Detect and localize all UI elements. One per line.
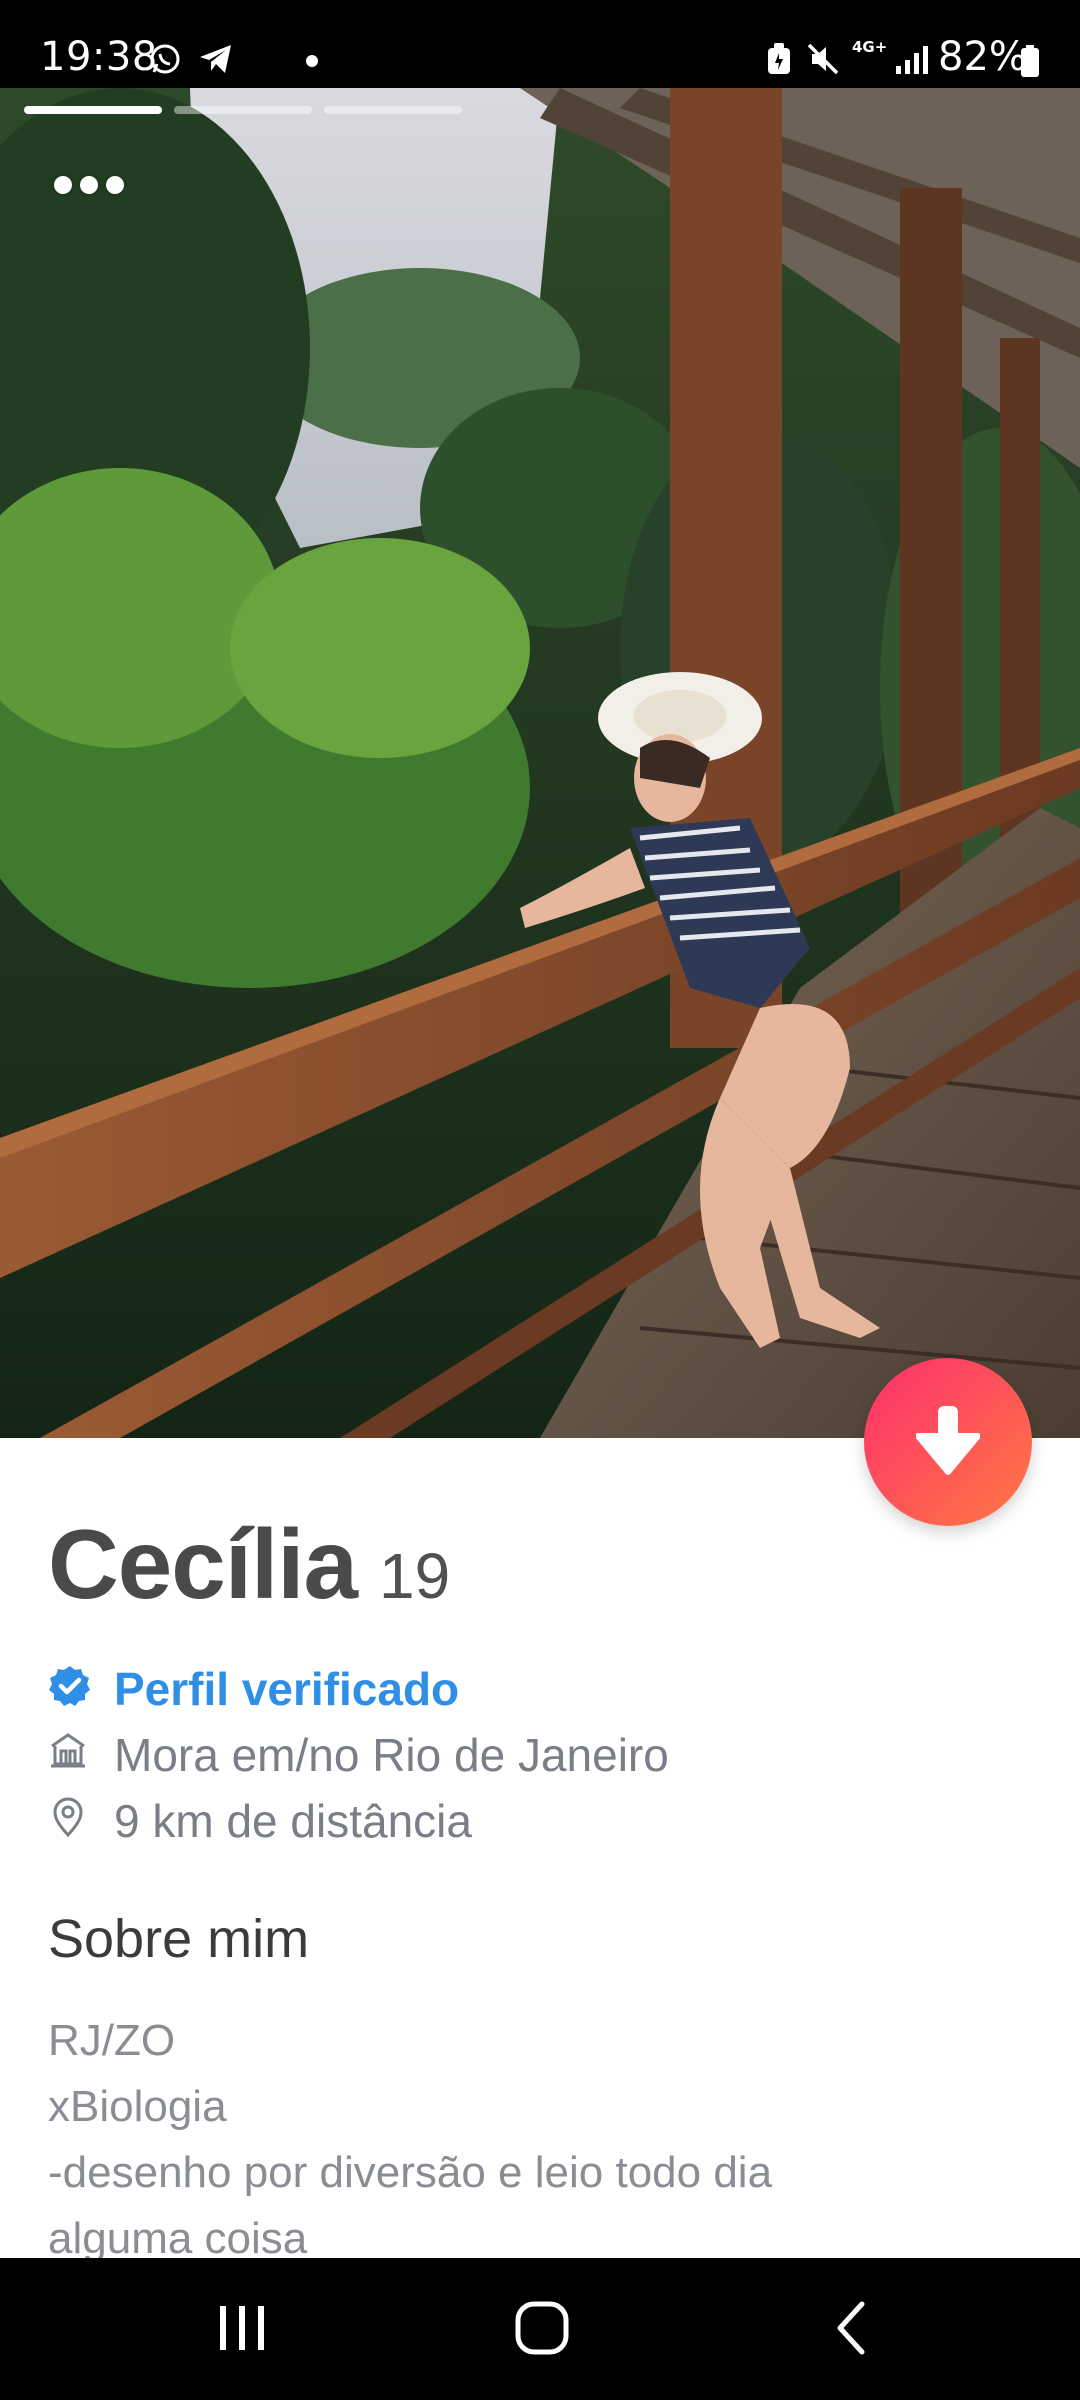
more-options-button[interactable] [54, 166, 144, 206]
photo-progress-1 [24, 106, 162, 114]
photo-scene [0, 88, 1080, 1438]
verified-label: Perfil verificado [114, 1663, 460, 1715]
network-type: 4G+ [852, 38, 888, 56]
home-button-icon[interactable] [514, 2300, 570, 2356]
battery-percentage: 82% [938, 34, 1027, 80]
lives-in-text: Mora em/no Rio de Janeiro [114, 1729, 669, 1781]
more-dot-icon [54, 176, 72, 194]
mute-icon [807, 43, 839, 75]
photo-progress-2 [174, 106, 312, 114]
verified-check-icon [49, 1666, 90, 1706]
status-time: 19:38 [40, 34, 158, 80]
about-bio: RJ/ZO xBiologia -desenho por diversão e … [48, 2008, 1048, 2272]
telegram-icon [200, 45, 231, 73]
arrow-down-icon [916, 1406, 980, 1475]
system-nav-bar [0, 2258, 1080, 2400]
profile-info: Cecília 19 Perfil verificado Mora em/no R… [0, 1438, 1080, 2263]
bio-line: -desenho por diversão e leio todo dia [48, 2148, 773, 2197]
name-row: Cecília 19 [48, 1508, 450, 1621]
profile-photo[interactable] [0, 88, 1080, 1438]
bio-line: RJ/ZO [48, 2016, 176, 2065]
home-icon [51, 1733, 85, 1768]
battery-saver-icon [768, 43, 790, 74]
profile-name: Cecília [48, 1509, 358, 1619]
battery-icon [1021, 45, 1039, 77]
signal-icon [896, 46, 928, 74]
photo-progress-3 [324, 106, 462, 114]
profile-age: 19 [378, 1540, 451, 1612]
recent-apps-icon[interactable] [214, 2300, 270, 2356]
more-dot-icon [106, 176, 124, 194]
bio-line: xBiologia [48, 2082, 227, 2131]
distance-text: 9 km de distância [114, 1795, 472, 1847]
back-icon[interactable] [826, 2300, 882, 2356]
status-bar: 19:38 4G+ 82% [0, 0, 1080, 88]
collapse-profile-button[interactable] [864, 1358, 1032, 1526]
more-dot-icon [80, 176, 98, 194]
whatsapp-icon [150, 44, 180, 74]
profile-screen: 19:38 4G+ 82% Cecília 19 Perfil verifica… [0, 0, 1080, 2400]
about-heading: Sobre mim [48, 1909, 310, 1969]
notification-dot [306, 55, 318, 67]
location-pin-icon [53, 1797, 83, 1838]
